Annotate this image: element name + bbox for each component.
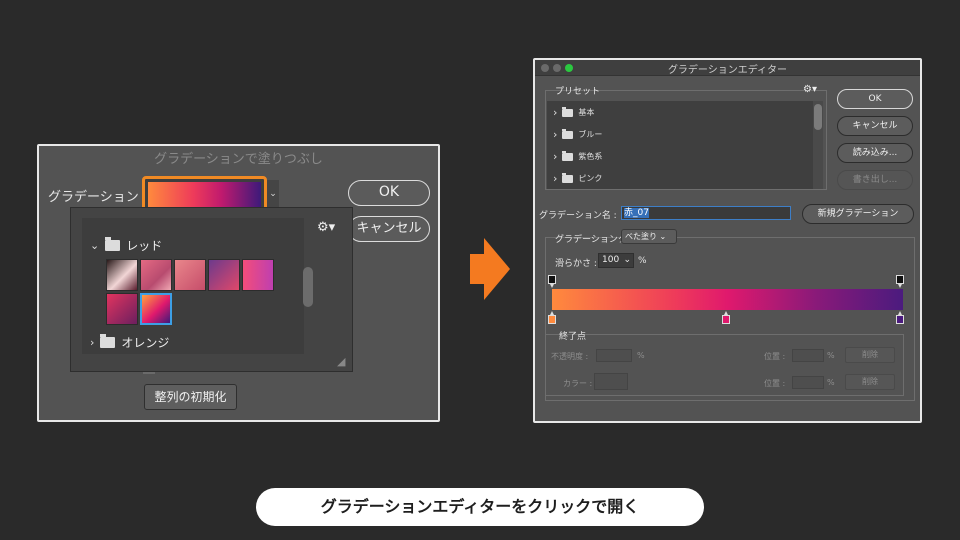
opacity-stop[interactable] xyxy=(548,275,556,288)
swatch-grid xyxy=(106,259,274,325)
percent-unit: % xyxy=(827,351,835,360)
gradient-type-value: べた塗り xyxy=(625,232,657,241)
opacity-input[interactable] xyxy=(596,349,632,362)
gradient-label: グラデーション : xyxy=(48,190,148,205)
ok-button[interactable]: OK xyxy=(348,180,430,206)
folder-icon xyxy=(562,128,574,139)
folder-label: ブルー xyxy=(578,130,603,139)
gradient-fill-dialog: グラデーションで塗りつぶし グラデーション : ⌄ OK キャンセル 整列の初期… xyxy=(37,144,440,422)
gear-icon[interactable]: ⚙▾ xyxy=(317,220,335,235)
location-input[interactable] xyxy=(792,376,824,389)
resize-grip-icon[interactable]: ◢ xyxy=(337,355,345,368)
dialog-title: グラデーションで塗りつぶし xyxy=(154,152,323,167)
gradient-preset-popover: ⌄ レッド › オレンジ ⚙▾ ◢ xyxy=(70,207,353,372)
preset-folder-list: › 基本 › ブルー › 紫色系 › ピンク xyxy=(547,101,813,189)
smoothness-value: 100 xyxy=(602,255,620,265)
chevron-right-icon[interactable]: › xyxy=(553,128,557,141)
color-stop[interactable] xyxy=(722,311,730,324)
folder-icon xyxy=(105,237,121,251)
chevron-down-icon[interactable]: ⌄ xyxy=(90,239,99,252)
color-swatch-input[interactable] xyxy=(594,373,628,390)
folder-label: オレンジ xyxy=(121,336,170,350)
folder-label: レッド xyxy=(126,239,163,253)
folder-label: ピンク xyxy=(578,174,603,183)
new-gradient-button[interactable]: 新規グラデーション xyxy=(802,204,914,224)
folder-label: 基本 xyxy=(578,108,595,117)
opacity-stop[interactable] xyxy=(896,275,904,288)
color-stop[interactable] xyxy=(548,311,556,324)
preset-list: ⌄ レッド › オレンジ xyxy=(82,218,313,354)
delete-button[interactable]: 削除 xyxy=(845,374,895,390)
color-stop[interactable] xyxy=(896,311,904,324)
chevron-right-icon[interactable]: › xyxy=(553,106,557,119)
smoothness-input[interactable]: 100 ⌄ xyxy=(598,253,634,268)
gradient-swatch[interactable] xyxy=(208,259,240,291)
percent-unit: % xyxy=(827,378,835,387)
stops-title: 終了点 xyxy=(559,332,587,342)
scrollbar-thumb[interactable] xyxy=(814,104,822,130)
folder-icon xyxy=(562,150,574,161)
percent-unit: % xyxy=(638,256,647,266)
gradient-swatch[interactable] xyxy=(140,259,172,291)
folder-red[interactable]: ⌄ レッド xyxy=(90,237,162,254)
arrow-right-icon xyxy=(470,238,510,300)
chevron-right-icon[interactable]: › xyxy=(553,172,557,185)
preset-folder[interactable]: › ブルー xyxy=(553,128,602,141)
presets-label: プリセット xyxy=(555,87,601,97)
title-bar: グラデーションエディター xyxy=(535,60,920,76)
preset-folder[interactable]: › 基本 xyxy=(553,106,594,119)
gradient-swatch[interactable] xyxy=(106,259,138,291)
preset-folder[interactable]: › 紫色系 xyxy=(553,150,602,163)
gradient-name-label: グラデーション名 : xyxy=(539,211,617,221)
opacity-label: 不透明度 : xyxy=(551,352,589,361)
chevron-right-icon[interactable]: › xyxy=(553,150,557,163)
folder-icon xyxy=(100,334,116,348)
reset-alignment-button[interactable]: 整列の初期化 xyxy=(144,384,237,410)
gradient-preview-fill xyxy=(148,182,261,207)
preset-folder[interactable]: › ピンク xyxy=(553,172,602,185)
cancel-button[interactable]: キャンセル xyxy=(348,216,430,242)
gear-icon[interactable]: ⚙▾ xyxy=(803,84,817,95)
folder-icon xyxy=(562,172,574,183)
gradient-name-input[interactable]: 赤_07 xyxy=(621,206,791,220)
folder-label: 紫色系 xyxy=(578,152,603,161)
location-input[interactable] xyxy=(792,349,824,362)
instruction-caption: グラデーションエディターをクリックで開く xyxy=(256,488,704,526)
gradient-name-value: 赤_07 xyxy=(624,208,649,218)
delete-button[interactable]: 削除 xyxy=(845,347,895,363)
folder-orange[interactable]: › オレンジ xyxy=(90,334,169,351)
export-button[interactable]: 書き出し... xyxy=(837,170,913,190)
gradient-swatch-selected[interactable] xyxy=(140,293,172,325)
chevron-down-icon: ⌄ xyxy=(659,232,667,241)
scrollbar-thumb[interactable] xyxy=(303,267,313,307)
color-label: カラー : xyxy=(563,379,593,388)
location-label: 位置 : xyxy=(764,379,786,388)
window-title: グラデーションエディター xyxy=(667,65,788,76)
ok-button[interactable]: OK xyxy=(837,89,913,109)
gradient-type-select[interactable]: べた塗り ⌄ xyxy=(621,229,677,244)
smoothness-label: 滑らかさ : xyxy=(555,259,597,269)
chevron-down-icon[interactable]: ⌄ xyxy=(267,180,279,208)
load-button[interactable]: 読み込み... xyxy=(837,143,913,163)
chevron-down-icon: ⌄ xyxy=(623,255,631,265)
chevron-right-icon[interactable]: › xyxy=(90,336,94,349)
gradient-editor-dialog: グラデーションエディター プリセット ⚙▾ › 基本 › ブルー › 紫色系 ›… xyxy=(533,58,922,423)
gradient-swatch[interactable] xyxy=(242,259,274,291)
gradient-swatch[interactable] xyxy=(174,259,206,291)
percent-unit: % xyxy=(637,351,645,360)
gradient-swatch[interactable] xyxy=(106,293,138,325)
location-label: 位置 : xyxy=(764,352,786,361)
gradient-bar[interactable] xyxy=(552,289,903,310)
cancel-button[interactable]: キャンセル xyxy=(837,116,913,136)
folder-icon xyxy=(562,106,574,117)
